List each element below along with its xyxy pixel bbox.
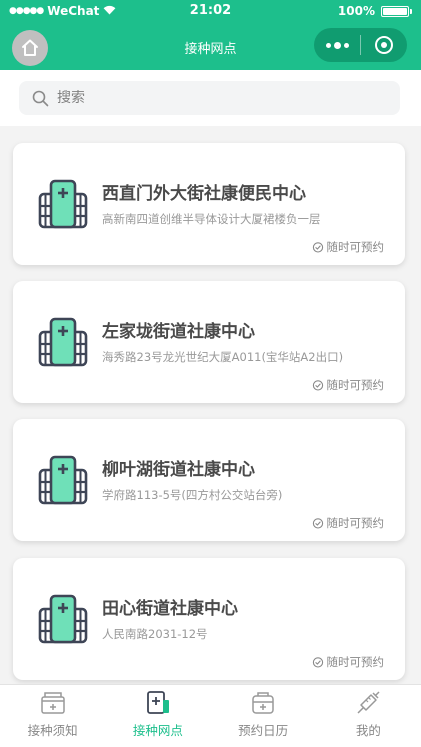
more-dot-icon [325,42,331,48]
clinic-card[interactable]: 西直门外大街社康便民中心 高新南四道创维半导体设计大厦裙楼负一层 随时可预约 [13,143,405,265]
tab-label: 我的 [355,723,381,738]
clinic-address: 人民南路2031-12号 [102,627,208,641]
clinic-card[interactable]: 柳叶湖街道社康中心 学府路113-5号(四方村公交站台旁) 随时可预约 [13,419,405,541]
clinic-status-label: 随时可预约 [326,240,385,254]
status-bar: ●●●●● WeChat 21:02 100% [0,0,421,22]
more-dot-icon [333,41,341,49]
hospital-building-icon [38,455,88,505]
hospital-building-icon [38,179,88,229]
clock-icon [312,379,324,391]
close-button[interactable] [361,28,407,62]
more-dot-icon [343,42,349,48]
clinic-status: 随时可预约 [312,377,385,393]
clinic-name: 左家垅街道社康中心 [102,322,255,342]
clinic-name: 柳叶湖街道社康中心 [102,460,255,480]
calendar-kit-icon [249,688,277,716]
clock-icon [312,517,324,529]
clinic-card[interactable]: 左家垅街道社康中心 海秀路23号龙光世纪大厦A011(宝华站A2出口) 随时可预… [13,281,405,403]
syringe-icon [354,688,382,716]
tab-label: 接种须知 [27,723,78,738]
battery-icon [381,5,412,17]
clinic-name: 田心街道社康中心 [102,599,238,619]
nav-bar: 接种网点 [0,22,421,70]
tab-label: 接种网点 [132,723,183,738]
status-right: 100% [337,4,412,18]
battery-percent: 100% [337,4,375,18]
tab-mine[interactable]: 我的 [316,685,421,747]
clinic-card[interactable]: 田心街道社康中心 人民南路2031-12号 随时可预约 [13,558,405,680]
search-box[interactable] [19,81,400,115]
search-input[interactable] [57,90,357,106]
more-button[interactable] [314,28,360,62]
tab-bar: 接种须知 接种网点 预约日历 我的 [0,684,421,747]
clinic-list: 西直门外大街社康便民中心 高新南四道创维半导体设计大厦裙楼负一层 随时可预约 左… [0,126,421,684]
clinic-status-label: 随时可预约 [326,516,385,530]
tab-clinics[interactable]: 接种网点 [105,685,210,747]
clinic-name: 西直门外大街社康便民中心 [102,184,306,204]
clinic-address: 海秀路23号龙光世纪大厦A011(宝华站A2出口) [102,350,344,364]
clock-icon [312,241,324,253]
search-icon [31,89,49,107]
tab-calendar[interactable]: 预约日历 [211,685,316,747]
clinic-status: 随时可预约 [312,515,385,531]
hospital-building-icon [38,594,88,644]
clinic-address: 学府路113-5号(四方村公交站台旁) [102,488,283,502]
tab-notice[interactable]: 接种须知 [0,685,105,747]
clock-icon [312,656,324,668]
clinic-status-label: 随时可预约 [326,378,385,392]
mini-program-capsule [314,28,407,62]
notice-icon [39,688,67,716]
hospital-building-icon [38,317,88,367]
clinic-address: 高新南四道创维半导体设计大厦裙楼负一层 [102,212,321,226]
clinic-status: 随时可预约 [312,654,385,670]
close-icon [375,36,393,54]
tab-label: 预约日历 [238,723,289,738]
clinic-icon [144,688,172,716]
search-area [0,70,421,126]
clinic-status: 随时可预约 [312,239,385,255]
clinic-status-label: 随时可预约 [326,655,385,669]
